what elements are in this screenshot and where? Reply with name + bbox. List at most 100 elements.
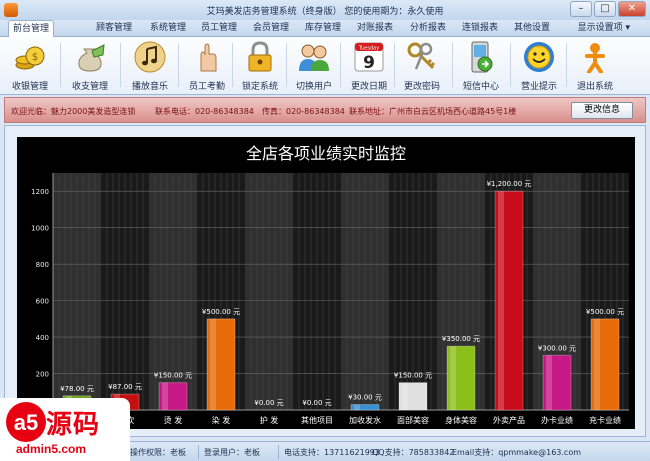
switch-user-button[interactable]: 切换用户 (288, 39, 340, 93)
store-info-bar: 欢迎光临：魅力2000美发造型连锁 联系电话：020-86348384 传真：0… (4, 97, 646, 123)
menu-system[interactable]: 系统管理 (146, 20, 190, 37)
menu-inventory[interactable]: 库存管理 (301, 20, 345, 37)
menu-bar: 前台管理 顾客管理 系统管理 员工管理 会员管理 库存管理 对账报表 分析报表 … (0, 20, 650, 38)
chart-bar-highlight (450, 346, 456, 410)
toolbar-label: 员工考勤 (188, 82, 225, 92)
app-window: 艾玛美发店务管理系统（终身版） 您的使用期为：永久使用 – □ ✕ 前台管理 顾… (0, 0, 650, 461)
chart-bar-highlight (594, 318, 600, 410)
y-tick-label: 600 (36, 298, 49, 306)
chart-bar-highlight (546, 355, 552, 410)
y-tick-label: 200 (36, 371, 49, 379)
menu-reconcile-report[interactable]: 对账报表 (353, 20, 397, 37)
bar-value-label: ¥500.00 元 (202, 308, 240, 316)
change-date-button[interactable]: Tuesday 9 更改日期 (343, 39, 395, 93)
money-bag-icon (78, 44, 105, 72)
sms-center-button[interactable]: 短信中心 (455, 39, 507, 93)
padlock-icon (248, 41, 272, 72)
bar-value-label: ¥87.00 元 (108, 383, 142, 391)
qq-support: QQ支持：785833842 (372, 448, 455, 457)
y-tick-label: 400 (36, 334, 49, 342)
users-icon (299, 44, 329, 71)
chart-bar-highlight (162, 382, 168, 410)
menu-staff[interactable]: 员工管理 (197, 20, 241, 37)
chart-title: 全店各项业绩实时监控 (246, 144, 406, 163)
performance-chart: 全店各项业绩实时监控 200 400 600 800 1000 1200 ¥78.00 元… (17, 137, 635, 429)
login-user-status: 登录用户：老板 (204, 448, 260, 457)
x-category-label: 烫 发 (164, 415, 183, 425)
lock-system-button[interactable]: 锁定系统 (234, 39, 286, 93)
menu-chain-report[interactable]: 连锁报表 (458, 20, 502, 37)
svg-text:9: 9 (363, 53, 375, 73)
svg-text:$: $ (32, 52, 38, 63)
toolbar-divider (286, 43, 287, 87)
watermark-cn-text: 源码 (46, 410, 101, 440)
store-phone: 联系电话：020-86348384 (155, 107, 254, 116)
edit-info-button[interactable]: 更改信息 (571, 102, 633, 119)
menu-customer[interactable]: 顾客管理 (92, 20, 136, 37)
chart-bar-highlight (498, 191, 504, 410)
welcome-text: 欢迎光临：魅力2000美发造型连锁 (11, 107, 136, 116)
play-music-button[interactable]: 播放音乐 (124, 39, 176, 93)
menu-member[interactable]: 会员管理 (249, 20, 293, 37)
toolbar-divider (394, 43, 395, 87)
toolbar: $ 收银管理 收支管理 播放音乐 员工考勤 锁定系统 切换用户 Tuesday … (0, 37, 650, 95)
music-note-icon (134, 41, 166, 73)
toolbar-label: 切换用户 (295, 82, 332, 92)
svg-text:Tuesday: Tuesday (358, 46, 379, 52)
business-tips-button[interactable]: 营业提示 (513, 39, 565, 93)
menu-front-desk[interactable]: 前台管理 (8, 20, 55, 38)
menu-other-settings[interactable]: 其他设置 (510, 20, 554, 37)
chart-bar-highlight (402, 382, 408, 410)
menu-analysis-report[interactable]: 分析报表 (406, 20, 450, 37)
minimize-button[interactable]: – (570, 1, 592, 17)
bar-value-label: ¥30.00 元 (348, 394, 382, 402)
toolbar-label: 短信中心 (462, 82, 499, 92)
toolbar-divider (178, 43, 179, 87)
chart-bar-highlight (354, 404, 360, 410)
x-category-label: 其他项目 (301, 415, 333, 425)
y-tick-label: 800 (36, 261, 49, 269)
watermark-en-text: admin5.com (16, 442, 87, 456)
keys-icon (407, 42, 436, 70)
mobile-phone-icon (471, 41, 493, 73)
bar-value-label: ¥350.00 元 (442, 335, 480, 343)
bar-value-label: ¥0.00 元 (254, 399, 283, 407)
change-password-button[interactable]: 更改密码 (396, 39, 448, 93)
email-support: Email支持：qpmmake@163.com (452, 448, 582, 457)
y-tick-label: 1000 (31, 225, 49, 233)
bar-value-label: ¥300.00 元 (538, 344, 576, 352)
x-category-label: 办卡业绩 (541, 415, 573, 425)
x-category-label: 身体美容 (445, 415, 477, 425)
x-category-label: 加收发水 (349, 415, 381, 425)
bar-value-label: ¥0.00 元 (302, 399, 331, 407)
attendance-button[interactable]: 员工考勤 (181, 39, 233, 93)
status-divider (278, 445, 279, 459)
close-button[interactable]: ✕ (618, 1, 646, 17)
x-category-label: 面部美容 (397, 415, 429, 425)
store-address: 联系地址：广州市白云区机场西心道路45号1楼 (349, 107, 517, 116)
toolbar-divider (60, 43, 61, 87)
smiley-icon (524, 42, 554, 72)
window-controls: – □ ✕ (570, 1, 646, 17)
calendar-icon: Tuesday 9 (354, 42, 384, 73)
cashier-button[interactable]: $ 收银管理 (4, 39, 56, 93)
toolbar-label: 退出系统 (576, 82, 613, 92)
exit-system-button[interactable]: 退出系统 (569, 39, 621, 93)
bar-value-label: ¥500.00 元 (586, 308, 624, 316)
toolbar-divider (566, 43, 567, 87)
title-bar: 艾玛美发店务管理系统（终身版） 您的使用期为：永久使用 – □ ✕ (0, 0, 650, 20)
toolbar-divider (120, 43, 121, 87)
income-expense-button[interactable]: 收支管理 (64, 39, 116, 93)
toolbar-label: 更改日期 (350, 82, 387, 92)
toolbar-divider (232, 43, 233, 87)
x-category-label: 护 发 (260, 415, 279, 425)
bar-value-label: ¥150.00 元 (154, 372, 192, 380)
fingerprint-hand-icon (200, 43, 217, 72)
display-settings-menu[interactable]: 显示设置项 ▾ (578, 20, 630, 37)
toolbar-label: 收支管理 (71, 82, 108, 92)
toolbar-label: 播放音乐 (131, 82, 168, 92)
toolbar-divider (452, 43, 453, 87)
status-divider (198, 445, 199, 459)
maximize-button[interactable]: □ (594, 1, 616, 17)
x-category-label: 染 发 (212, 415, 231, 425)
